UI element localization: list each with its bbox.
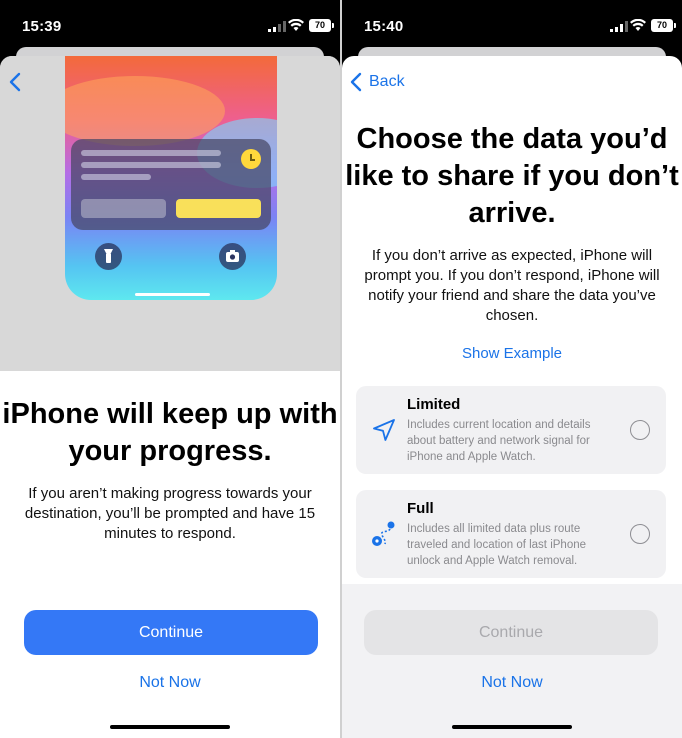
home-indicator (110, 725, 230, 729)
flashlight-icon (95, 243, 122, 270)
status-bar: 15:39 70 (0, 0, 340, 48)
right-phone-screen: 15:40 70 Back Choose the data you’d like… (342, 0, 682, 738)
show-example-link[interactable]: Show Example (342, 345, 682, 362)
option-description: Includes all limited data plus route tra… (407, 523, 587, 567)
lock-screen-illustration (65, 56, 277, 300)
footer-area (342, 584, 682, 738)
option-title: Full (407, 500, 434, 517)
status-bar: 15:40 70 (342, 0, 682, 48)
status-time: 15:39 (22, 18, 62, 35)
option-description: Includes current location and details ab… (407, 419, 591, 463)
description-text: If you aren’t making progress towards yo… (24, 485, 316, 542)
placeholder-button-gray (81, 199, 166, 218)
radio-button-full[interactable] (630, 524, 650, 544)
location-arrow-icon (373, 419, 395, 441)
option-limited[interactable]: Limited Includes current location and de… (356, 386, 666, 474)
continue-button[interactable]: Continue (24, 610, 318, 655)
option-title: Limited (407, 396, 461, 413)
not-now-button[interactable]: Not Now (0, 674, 340, 692)
back-button[interactable]: Back (350, 72, 405, 92)
continue-button-disabled[interactable]: Continue (364, 610, 658, 655)
progress-sheet: iPhone will keep up with your progress. … (0, 56, 340, 738)
radio-button-limited[interactable] (630, 420, 650, 440)
not-now-button[interactable]: Not Now (342, 674, 682, 692)
route-icon (372, 521, 395, 546)
cellular-signal-icon (610, 21, 628, 32)
battery-icon: 70 (309, 19, 334, 32)
chevron-left-icon (350, 72, 362, 92)
hero-illustration-area (0, 56, 340, 371)
page-title: iPhone will keep up with your progress. (2, 398, 338, 467)
battery-icon: 70 (651, 19, 676, 32)
option-full[interactable]: Full Includes all limited data plus rout… (356, 490, 666, 578)
camera-icon (219, 243, 246, 270)
status-time: 15:40 (364, 18, 404, 35)
notification-card-illustration (71, 139, 271, 230)
description-text: If you don’t arrive as expected, iPhone … (364, 247, 660, 324)
page-title: Choose the data you’d like to share if y… (345, 123, 679, 229)
data-sharing-sheet: Back Choose the data you’d like to share… (342, 56, 682, 738)
home-indicator (452, 725, 572, 729)
wifi-icon (288, 19, 304, 31)
left-phone-screen: 15:39 70 iPhone will keep up with your p… (0, 0, 340, 738)
wifi-icon (630, 19, 646, 31)
cellular-signal-icon (268, 21, 286, 32)
clock-icon (241, 149, 261, 169)
placeholder-button-yellow (176, 199, 261, 218)
chevron-left-icon[interactable] (8, 72, 22, 92)
back-label: Back (369, 73, 405, 90)
